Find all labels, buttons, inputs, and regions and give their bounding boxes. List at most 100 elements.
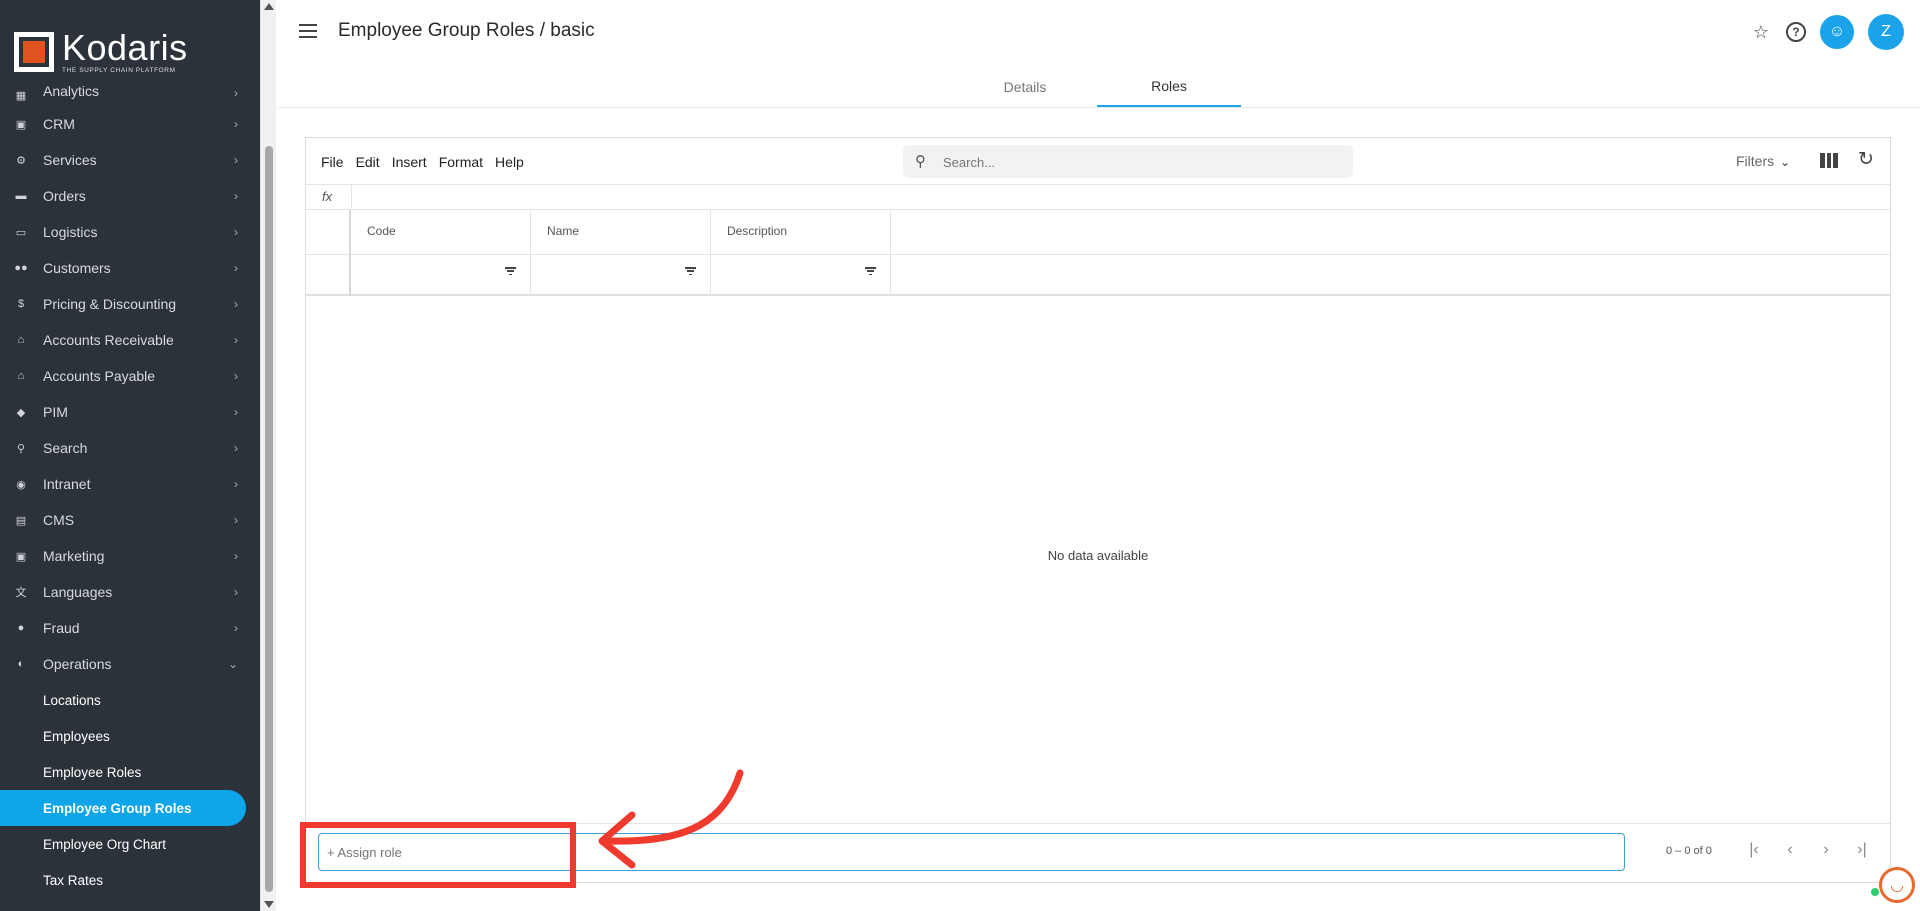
- chevron-right-icon: ›: [234, 225, 238, 239]
- search-input[interactable]: [943, 152, 1333, 172]
- sidebar-item-services[interactable]: ⚙ Services ›: [0, 142, 252, 178]
- translate-icon: 文: [15, 587, 27, 599]
- sidebar-item-analytics[interactable]: ▦ Analytics ›: [0, 84, 252, 106]
- crm-icon: ▣: [15, 118, 27, 131]
- filter-icon[interactable]: [685, 267, 696, 276]
- grid-toolbar: File Edit Insert Format Help ⚲ Filters⌄ …: [306, 138, 1890, 185]
- filter-icon[interactable]: [505, 267, 516, 276]
- sidebar-subitem-employees[interactable]: Employees: [0, 718, 252, 754]
- sidebar-item-orders[interactable]: ▬ Orders ›: [0, 178, 252, 214]
- chevron-right-icon: ›: [234, 86, 238, 100]
- tab-details[interactable]: Details: [953, 66, 1097, 107]
- sidebar-item-fraud[interactable]: ● Fraud ›: [0, 610, 252, 646]
- sidebar-item-pricing[interactable]: $ Pricing & Discounting ›: [0, 286, 252, 322]
- sidebar-item-label: Logistics: [43, 224, 98, 240]
- star-icon[interactable]: ☆: [1750, 21, 1772, 43]
- sidebar-item-label: CRM: [43, 116, 75, 132]
- dollar-icon: $: [17, 298, 25, 310]
- chevron-right-icon: ›: [234, 405, 238, 419]
- cms-icon: ▤: [15, 514, 27, 527]
- chevron-right-icon: ›: [234, 189, 238, 203]
- sidebar: Kodaris THE SUPPLY CHAIN PLATFORM ▦ Anal…: [0, 0, 260, 911]
- sidebar-item-accounts-receivable[interactable]: ⌂ Accounts Receivable ›: [0, 322, 252, 358]
- scroll-up-arrow-icon[interactable]: [264, 3, 274, 10]
- sidebar-item-label: Services: [43, 152, 97, 168]
- sidebar-nav: ▦ Analytics › ▣ CRM › ⚙ Services › ▬ Ord…: [0, 84, 252, 898]
- chevron-right-icon: ›: [234, 621, 238, 635]
- filter-icon[interactable]: [865, 267, 876, 276]
- sidebar-item-search[interactable]: ⚲ Search ›: [0, 430, 252, 466]
- sidebar-item-cms[interactable]: ▤ CMS ›: [0, 502, 252, 538]
- column-header-description[interactable]: Description: [711, 210, 891, 296]
- sidebar-subitem-employee-group-roles[interactable]: Employee Group Roles: [0, 790, 246, 826]
- annotation-arrow-icon: [598, 769, 744, 869]
- sidebar-item-intranet[interactable]: ◉ Intranet ›: [0, 466, 252, 502]
- columns-icon[interactable]: [1820, 153, 1839, 168]
- refresh-icon[interactable]: ↻: [1858, 148, 1874, 171]
- first-page-icon[interactable]: |‹: [1746, 841, 1762, 859]
- sidebar-item-label: Fraud: [43, 620, 80, 636]
- support-chat-icon[interactable]: ◡: [1879, 867, 1915, 903]
- sidebar-scrollbar[interactable]: [260, 0, 276, 911]
- sidebar-item-label: Pricing & Discounting: [43, 296, 177, 312]
- filters-dropdown[interactable]: Filters ⌄: [1736, 153, 1790, 169]
- tab-roles[interactable]: Roles: [1097, 66, 1241, 107]
- sidebar-subitem-employee-org-chart[interactable]: Employee Org Chart: [0, 826, 252, 862]
- scroll-down-arrow-icon[interactable]: [264, 901, 274, 908]
- help-icon[interactable]: ?: [1786, 22, 1806, 42]
- column-header-code[interactable]: Code: [351, 210, 531, 296]
- sidebar-item-label: Languages: [43, 584, 113, 600]
- menu-format[interactable]: Format: [439, 154, 483, 170]
- avatar[interactable]: Z: [1868, 14, 1904, 50]
- column-header-name[interactable]: Name: [531, 210, 711, 296]
- sidebar-item-label: Accounts Payable: [43, 368, 156, 384]
- search-icon: ⚲: [915, 153, 926, 170]
- last-page-icon[interactable]: ›|: [1854, 841, 1870, 859]
- bank-icon: ⌂: [17, 334, 25, 346]
- grid-search[interactable]: ⚲: [903, 145, 1353, 178]
- sidebar-item-label: Accounts Receivable: [43, 332, 174, 348]
- intranet-icon: ◉: [16, 478, 26, 491]
- sidebar-item-pim[interactable]: ◆ PIM ›: [0, 394, 252, 430]
- sidebar-item-accounts-payable[interactable]: ⌂ Accounts Payable ›: [0, 358, 252, 394]
- kodaris-logo[interactable]: Kodaris THE SUPPLY CHAIN PLATFORM: [14, 30, 188, 74]
- formula-bar[interactable]: fx: [306, 185, 1890, 210]
- roles-grid-panel: File Edit Insert Format Help ⚲ Filters⌄ …: [305, 137, 1891, 883]
- chevron-down-icon: ⌄: [227, 657, 238, 671]
- marketing-icon: ▣: [15, 550, 27, 563]
- sidebar-item-label: Orders: [43, 188, 86, 204]
- search-icon: ⚲: [16, 442, 26, 455]
- chevron-right-icon: ›: [234, 297, 238, 311]
- sidebar-item-logistics[interactable]: ▭ Logistics ›: [0, 214, 252, 250]
- bank-icon: ⌂: [17, 370, 25, 382]
- sidebar-item-label: Marketing: [43, 548, 105, 564]
- sidebar-subitem-tax-rates[interactable]: Tax Rates: [0, 862, 252, 898]
- chevron-right-icon: ›: [234, 441, 238, 455]
- sidebar-item-marketing[interactable]: ▣ Marketing ›: [0, 538, 252, 574]
- sidebar-item-customers[interactable]: ●● Customers ›: [0, 250, 252, 286]
- next-page-icon[interactable]: ›: [1818, 841, 1834, 859]
- sidebar-item-label: CMS: [43, 512, 75, 528]
- online-status-dot: [1871, 888, 1879, 896]
- assistant-bot-icon[interactable]: ☺: [1820, 15, 1854, 49]
- menu-toggle-icon[interactable]: [299, 24, 317, 38]
- previous-page-icon[interactable]: ‹: [1782, 841, 1798, 859]
- menu-file[interactable]: File: [321, 154, 344, 170]
- tabs: Details Roles: [953, 66, 1241, 107]
- page-title: Employee Group Roles / basic: [338, 20, 595, 41]
- sidebar-subitem-employee-roles[interactable]: Employee Roles: [0, 754, 252, 790]
- menu-edit[interactable]: Edit: [356, 154, 380, 170]
- sidebar-subitem-locations[interactable]: Locations: [0, 682, 252, 718]
- sidebar-item-crm[interactable]: ▣ CRM ›: [0, 106, 252, 142]
- sidebar-item-operations[interactable]: ◐ Operations ⌄: [0, 646, 252, 682]
- pagination-info: 0 – 0 of 0: [1666, 845, 1712, 857]
- page-header: Employee Group Roles / basic ☆ ? ☺ Z Det…: [277, 0, 1920, 108]
- menu-help[interactable]: Help: [495, 154, 524, 170]
- scrollbar-thumb[interactable]: [265, 146, 273, 892]
- pagination-controls: |‹ ‹ › ›|: [1746, 841, 1870, 859]
- analytics-icon: ▦: [15, 89, 27, 102]
- sidebar-item-label: PIM: [43, 404, 68, 420]
- menu-insert[interactable]: Insert: [392, 154, 427, 170]
- sidebar-item-languages[interactable]: 文 Languages ›: [0, 574, 252, 610]
- chevron-right-icon: ›: [234, 117, 238, 131]
